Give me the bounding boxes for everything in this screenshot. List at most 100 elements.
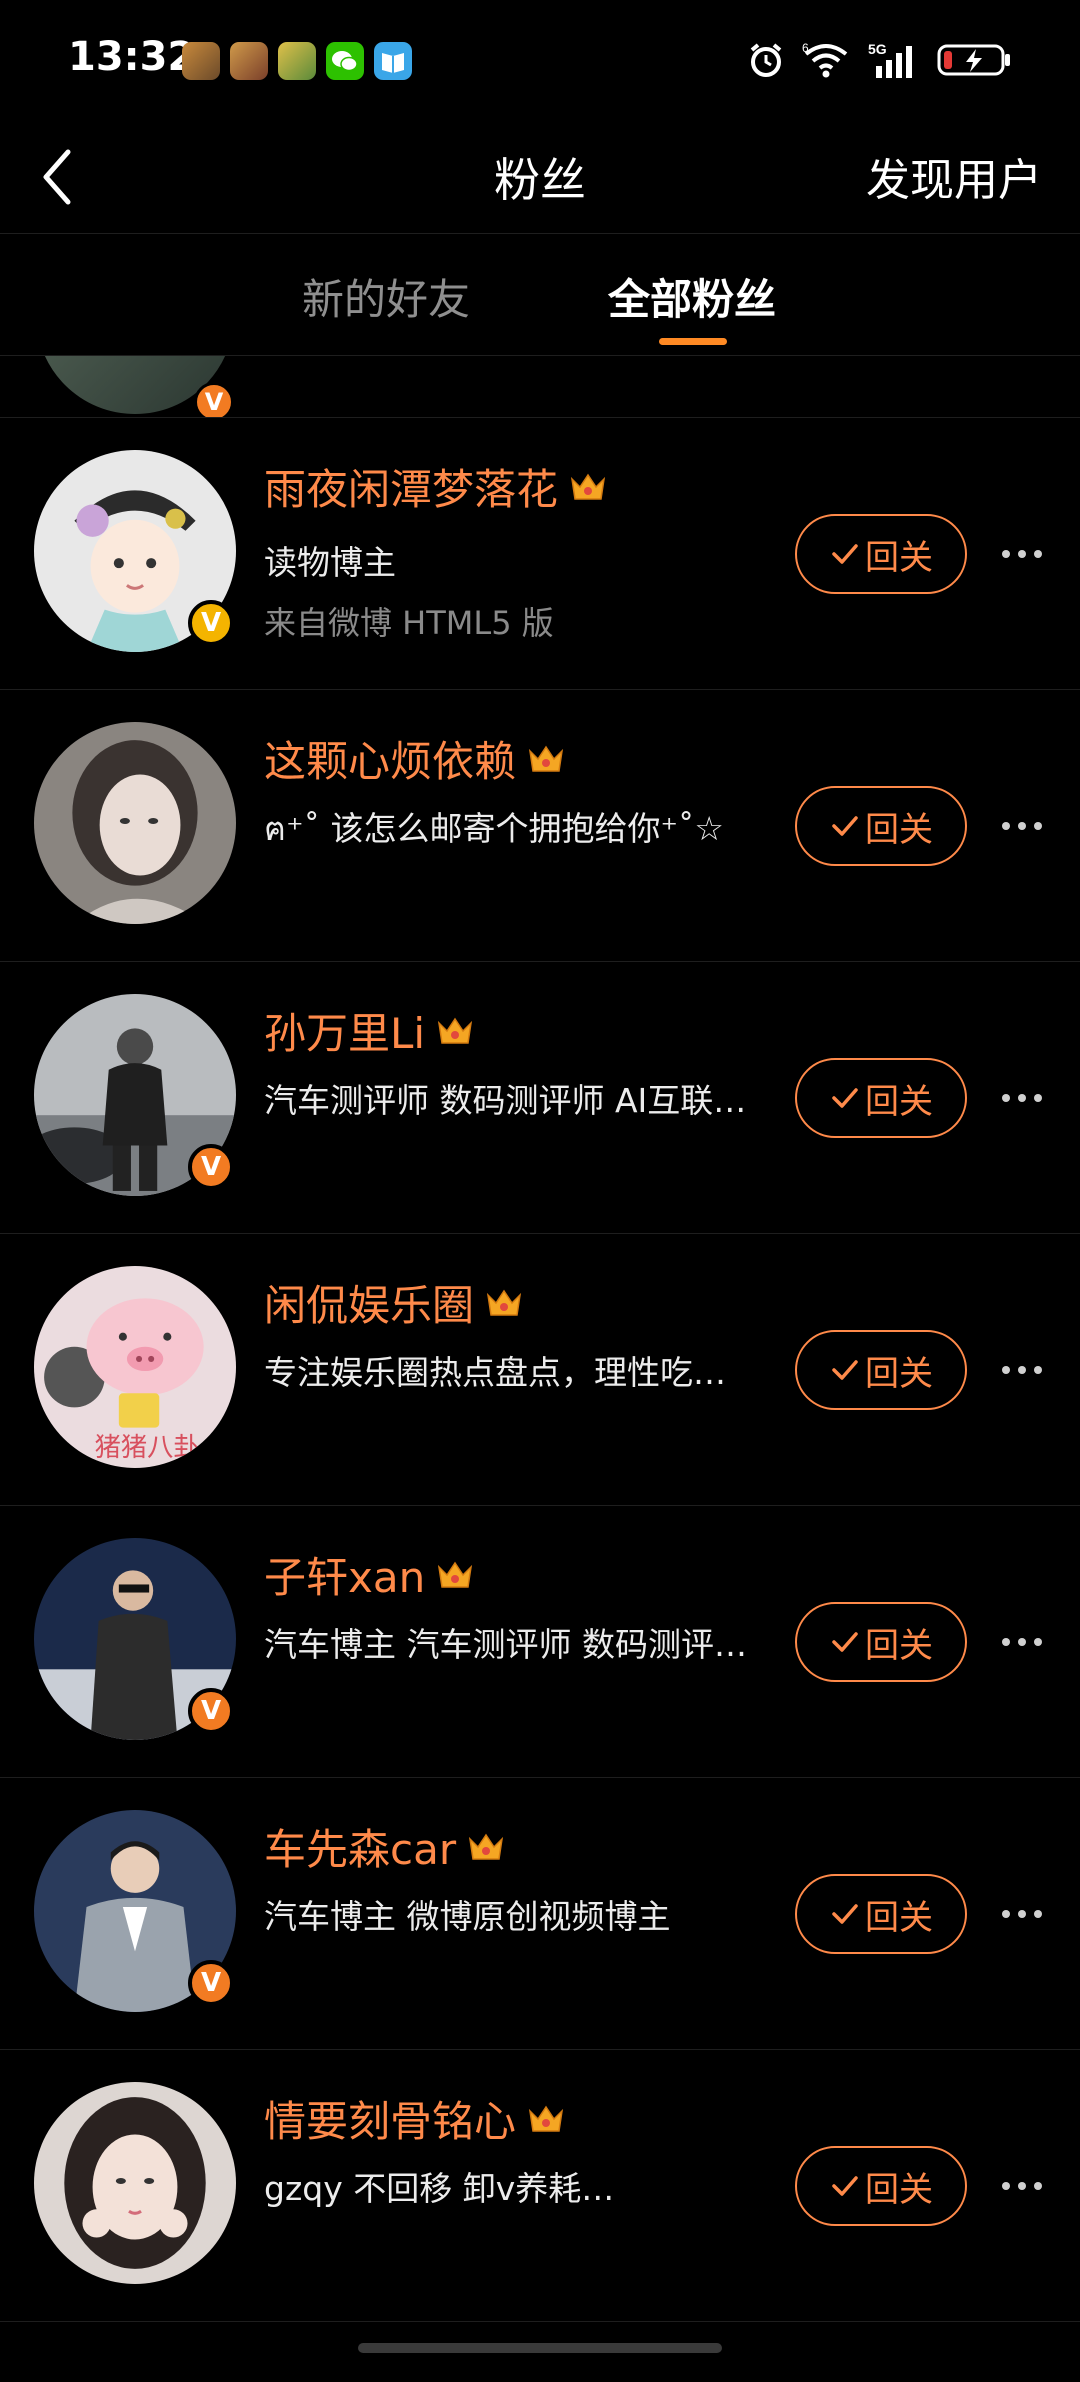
dot [1034,1638,1042,1646]
dot [1002,1094,1010,1102]
tab-all-followers[interactable]: 全部粉丝 [608,266,776,327]
discover-users-button[interactable]: 发现用户 [866,144,1042,208]
list-item[interactable]: 情要刻骨铭心 gzqy 不回移 卸v养耗… 回关 [0,2050,1080,2322]
dot [1034,822,1042,830]
verified-badge: V [188,1144,234,1190]
follow-back-label: 回关 [865,1353,933,1394]
alarm-icon [750,43,782,77]
check-icon [832,2176,858,2196]
avatar[interactable] [34,2082,236,2284]
chevron-left-icon [43,149,71,205]
verified-badge: V [188,600,234,646]
avatar[interactable] [34,722,236,924]
follow-back-label: 回关 [865,1625,933,1666]
crown-icon [438,1561,473,1588]
crown-icon [528,2105,564,2132]
follow-back-label: 回关 [865,1081,933,1122]
name-line: 闲侃娱乐圈 [264,1272,524,1333]
user-description: ฅ⁺˚ 该怎么邮寄个拥抱给你⁺˚☆ [264,809,724,848]
tab-new-friends[interactable]: 新的好友 [302,266,470,327]
svg-text:猪猪八卦: 猪猪八卦 [95,1433,200,1463]
dot [1002,1366,1010,1374]
check-icon [832,1904,858,1924]
check-icon [832,544,858,564]
followers-list: V 雨夜闲潭梦落花 读物博主 来自微博 HTML5 版 回关 这颗心烦依赖 ฅ⁺… [0,418,1080,2322]
dot [1018,550,1026,558]
dot [1034,2182,1042,2190]
game-icon [278,42,316,80]
name-line: 子轩xan [264,1544,475,1605]
list-item[interactable]: V 孙万里Li 汽车测评师 数码测评师 AI互联… 回关 [0,962,1080,1234]
follow-back-button[interactable]: 回关 [795,1058,967,1138]
user-name[interactable]: 子轩xan [264,1544,425,1605]
list-item[interactable]: 这颗心烦依赖 ฅ⁺˚ 该怎么邮寄个拥抱给你⁺˚☆ 回关 [0,690,1080,962]
system-icons: 6 5G [746,40,1012,80]
more-options-button[interactable] [1002,2176,1042,2196]
follow-back-button[interactable]: 回关 [795,1330,967,1410]
name-line: 这颗心烦依赖 [264,728,566,789]
dot [1002,1910,1010,1918]
list-item[interactable]: 猪猪八卦 闲侃娱乐圈 专注娱乐圈热点盘点，理性吃… 回关 [0,1234,1080,1506]
user-name[interactable]: 闲侃娱乐圈 [264,1272,474,1333]
status-bar: 13:32 6 5G [0,0,1080,120]
verified-badge: V [194,382,234,417]
more-options-button[interactable] [1002,816,1042,836]
list-item[interactable]: V 车先森car 汽车博主 微博原创视频博主 回关 [0,1778,1080,2050]
verified-badge: V [188,1960,234,2006]
dot [1002,822,1010,830]
follow-back-button[interactable]: 回关 [795,1874,967,1954]
dot [1018,1638,1026,1646]
follow-back-button[interactable]: 回关 [795,786,967,866]
check-icon [832,1632,858,1652]
crown-icon [437,1017,473,1044]
user-name[interactable]: 这颗心烦依赖 [264,728,516,789]
reader-icon [374,42,412,80]
check-icon [832,1360,858,1380]
more-options-button[interactable] [1002,1360,1042,1380]
user-description: 汽车博主 微博原创视频博主 [264,1897,671,1936]
dot [1018,1366,1026,1374]
user-name[interactable]: 雨夜闲潭梦落花 [264,456,558,517]
more-options-button[interactable] [1002,544,1042,564]
follow-source: 来自微博 HTML5 版 [264,604,554,642]
user-description: 专注娱乐圈热点盘点，理性吃… [264,1353,726,1392]
follow-back-label: 回关 [865,809,933,850]
follow-back-button[interactable]: 回关 [795,1602,967,1682]
dot [1034,1094,1042,1102]
crown-icon [528,745,564,772]
user-description: 汽车测评师 数码测评师 AI互联… [264,1081,747,1120]
signal-5g-icon: 5G [868,41,912,78]
dot [1002,1638,1010,1646]
dot [1018,822,1026,830]
home-indicator[interactable] [358,2343,722,2353]
battery-charging-icon [937,44,1010,76]
list-item-partial[interactable]: V [0,356,1080,418]
more-options-button[interactable] [1002,1632,1042,1652]
name-line: 雨夜闲潭梦落花 [264,456,608,517]
name-line: 孙万里Li [264,1000,475,1061]
follow-back-label: 回关 [865,1897,933,1938]
dot [1034,1910,1042,1918]
verified-badge: V [188,1688,234,1734]
more-options-button[interactable] [1002,1904,1042,1924]
follow-back-label: 回关 [865,537,933,578]
dot [1002,550,1010,558]
crown-icon [570,473,606,500]
user-description: 汽车博主 汽车测评师 数码测评… [264,1625,747,1664]
crown-icon [469,1833,504,1860]
dot [1018,2182,1026,2190]
user-name[interactable]: 情要刻骨铭心 [264,2088,516,2149]
back-button[interactable] [34,142,94,212]
list-item[interactable]: V 雨夜闲潭梦落花 读物博主 来自微博 HTML5 版 回关 [0,418,1080,690]
game-icon [182,42,220,80]
dot [1018,1910,1026,1918]
dot [1002,2182,1010,2190]
follow-back-button[interactable]: 回关 [795,514,967,594]
avatar[interactable]: 猪猪八卦 [34,1266,236,1468]
follow-back-button[interactable]: 回关 [795,2146,967,2226]
list-item[interactable]: V 子轩xan 汽车博主 汽车测评师 数码测评… 回关 [0,1506,1080,1778]
more-options-button[interactable] [1002,1088,1042,1108]
user-name[interactable]: 车先森car [264,1816,456,1877]
check-icon [832,1088,858,1108]
user-name[interactable]: 孙万里Li [264,1000,425,1061]
